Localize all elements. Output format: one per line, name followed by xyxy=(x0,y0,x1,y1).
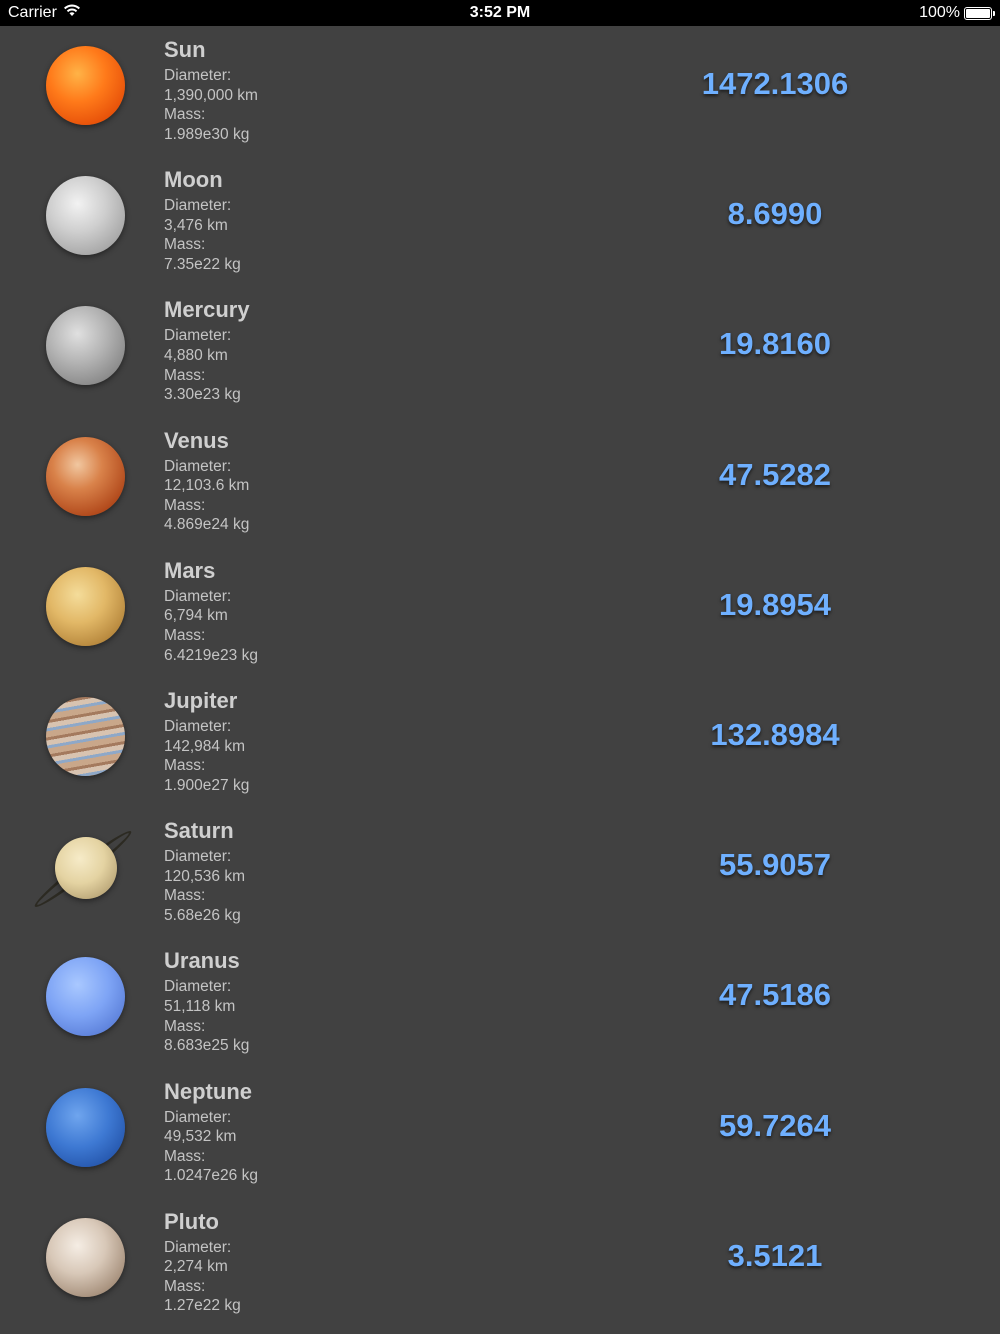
diameter-value: 2,274 km xyxy=(164,1258,228,1276)
list-item[interactable]: Sun Diameter: 1,390,000 km Mass: 1.989e3… xyxy=(0,26,1000,156)
list-item[interactable]: Venus Diameter: 12,103.6 km Mass: 4.869e… xyxy=(0,417,1000,547)
planet-info: Venus Diameter: 12,103.6 km Mass: 4.869e… xyxy=(164,427,249,535)
diameter-value: 4,880 km xyxy=(164,346,228,364)
battery-group: 100% xyxy=(919,4,995,22)
sun-icon xyxy=(46,46,125,125)
mass-value: 1.900e27 kg xyxy=(164,776,250,794)
planet-info: Sun Diameter: 1,390,000 km Mass: 1.989e3… xyxy=(164,36,258,144)
mass-label: Mass: xyxy=(164,236,206,254)
planet-list[interactable]: Sun Diameter: 1,390,000 km Mass: 1.989e3… xyxy=(0,26,1000,1328)
mass-value: 8.683e25 kg xyxy=(164,1037,250,1055)
planet-name: Saturn xyxy=(164,818,234,844)
diameter-label: Diameter: xyxy=(164,457,232,475)
moon-icon xyxy=(46,176,125,256)
saturn-icon xyxy=(55,837,117,900)
list-item[interactable]: Pluto Diameter: 2,274 km Mass: 1.27e22 k… xyxy=(0,1198,1000,1328)
planet-name: Mercury xyxy=(164,297,250,323)
planet-value: 47.5186 xyxy=(718,977,832,1013)
planet-value: 19.8160 xyxy=(718,326,832,362)
diameter-label: Diameter: xyxy=(164,848,232,866)
mass-label: Mass: xyxy=(164,496,206,514)
mass-label: Mass: xyxy=(164,626,206,644)
venus-icon xyxy=(46,436,125,516)
mass-value: 1.27e22 kg xyxy=(164,1297,241,1315)
planet-name: Sun xyxy=(164,37,206,62)
list-item[interactable]: Jupiter Diameter: 142,984 km Mass: 1.900… xyxy=(0,677,1000,807)
diameter-value: 120,536 km xyxy=(164,867,245,885)
planet-value: 8.6990 xyxy=(727,196,823,232)
diameter-value: 3,476 km xyxy=(164,216,228,234)
pluto-icon xyxy=(46,1217,125,1297)
diameter-label: Diameter: xyxy=(164,1108,232,1126)
diameter-label: Diameter: xyxy=(164,197,232,215)
planet-value: 47.5282 xyxy=(718,456,832,492)
planet-value: 3.5121 xyxy=(727,1237,823,1273)
planet-info: Saturn Diameter: 120,536 km Mass: 5.68e2… xyxy=(164,817,245,925)
diameter-value: 49,532 km xyxy=(164,1128,237,1146)
battery-icon xyxy=(964,6,995,20)
mass-value: 7.35e22 kg xyxy=(164,255,241,273)
diameter-value: 51,118 km xyxy=(164,997,236,1015)
planet-value: 132.8984 xyxy=(710,716,840,752)
diameter-label: Diameter: xyxy=(164,1238,232,1256)
mass-label: Mass: xyxy=(164,1277,206,1295)
planet-info: Mars Diameter: 6,794 km Mass: 6.4219e23 … xyxy=(164,557,258,665)
mass-label: Mass: xyxy=(164,1017,206,1035)
battery-percent: 100% xyxy=(919,4,960,21)
diameter-value: 1,390,000 km xyxy=(164,86,258,104)
mercury-icon xyxy=(46,306,125,386)
planet-name: Pluto xyxy=(164,1208,219,1234)
mass-value: 1.989e30 kg xyxy=(164,125,250,143)
planet-name: Venus xyxy=(164,427,229,453)
jupiter-icon xyxy=(46,696,125,776)
diameter-label: Diameter: xyxy=(164,717,232,735)
mass-label: Mass: xyxy=(164,366,206,384)
diameter-value: 12,103.6 km xyxy=(164,477,250,495)
planet-name: Moon xyxy=(164,167,223,193)
mass-value: 3.30e23 kg xyxy=(164,386,241,404)
planet-value: 55.9057 xyxy=(718,847,832,883)
list-item[interactable]: Moon Diameter: 3,476 km Mass: 7.35e22 kg… xyxy=(0,156,1000,286)
planet-value: 1472.1306 xyxy=(701,66,849,101)
planet-info: Moon Diameter: 3,476 km Mass: 7.35e22 kg xyxy=(164,166,241,274)
planet-name: Neptune xyxy=(164,1078,252,1104)
diameter-label: Diameter: xyxy=(164,978,232,996)
mass-label: Mass: xyxy=(164,1147,206,1165)
planet-name: Mars xyxy=(164,557,216,583)
mars-icon xyxy=(46,566,125,646)
diameter-label: Diameter: xyxy=(164,587,232,605)
status-bar: Carrier 3:52 PM 100% xyxy=(0,0,1000,26)
list-item[interactable]: Uranus Diameter: 51,118 km Mass: 8.683e2… xyxy=(0,937,1000,1067)
planet-name: Jupiter xyxy=(164,687,238,713)
planet-name: Uranus xyxy=(164,948,240,974)
diameter-value: 6,794 km xyxy=(164,607,228,625)
mass-value: 4.869e24 kg xyxy=(164,516,250,534)
planet-info: Neptune Diameter: 49,532 km Mass: 1.0247… xyxy=(164,1078,258,1186)
list-item[interactable]: Mercury Diameter: 4,880 km Mass: 3.30e23… xyxy=(0,286,1000,416)
planet-info: Uranus Diameter: 51,118 km Mass: 8.683e2… xyxy=(164,947,249,1055)
neptune-icon xyxy=(46,1087,125,1167)
planet-info: Pluto Diameter: 2,274 km Mass: 1.27e22 k… xyxy=(164,1208,241,1316)
list-item[interactable]: Mars Diameter: 6,794 km Mass: 6.4219e23 … xyxy=(0,547,1000,677)
planet-value: 59.7264 xyxy=(718,1107,832,1143)
mass-label: Mass: xyxy=(164,757,206,775)
mass-label: Mass: xyxy=(164,887,206,905)
diameter-label: Diameter: xyxy=(164,327,232,345)
planet-value: 19.8954 xyxy=(718,586,832,622)
mass-value: 6.4219e23 kg xyxy=(164,646,258,664)
diameter-value: 142,984 km xyxy=(164,737,245,755)
list-item[interactable]: Saturn Diameter: 120,536 km Mass: 5.68e2… xyxy=(0,807,1000,937)
planet-info: Mercury Diameter: 4,880 km Mass: 3.30e23… xyxy=(164,296,250,404)
planet-info: Jupiter Diameter: 142,984 km Mass: 1.900… xyxy=(164,687,249,795)
status-time: 3:52 PM xyxy=(469,4,531,21)
mass-value: 1.0247e26 kg xyxy=(164,1167,258,1185)
mass-label: Mass: xyxy=(164,106,206,124)
list-item[interactable]: Neptune Diameter: 49,532 km Mass: 1.0247… xyxy=(0,1068,1000,1198)
mass-value: 5.68e26 kg xyxy=(164,906,241,924)
diameter-label: Diameter: xyxy=(164,67,232,84)
uranus-icon xyxy=(46,957,125,1037)
